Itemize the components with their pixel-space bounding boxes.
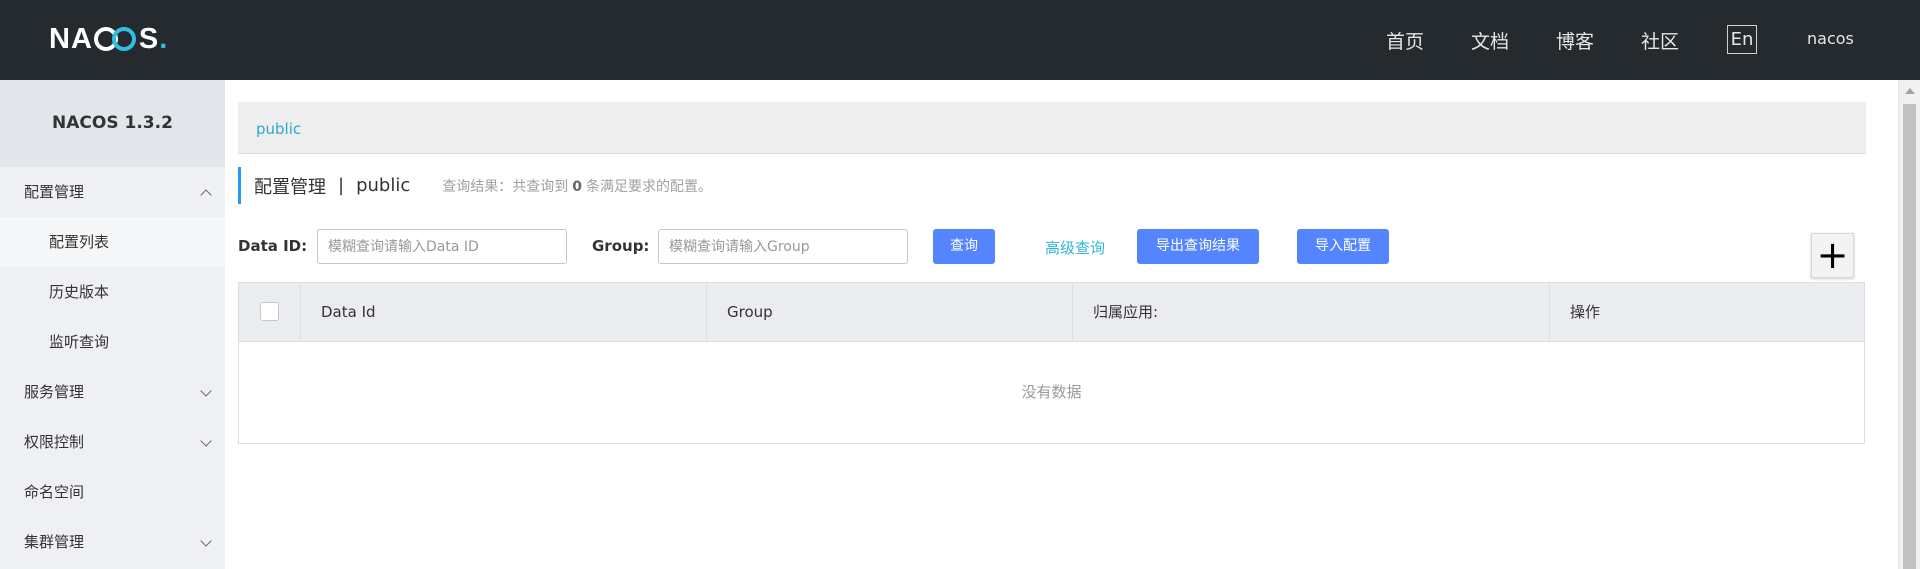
table-header: Data Id Group 归属应用: 操作	[239, 283, 1864, 342]
column-header-group[interactable]: Group	[707, 283, 1073, 341]
nav-blog[interactable]: 博客	[1556, 27, 1594, 54]
group-label: Group:	[592, 237, 650, 255]
sidebar-item-label: 命名空间	[24, 483, 85, 501]
sidebar-item-label: 权限控制	[24, 433, 85, 451]
chevron-down-icon	[200, 385, 212, 397]
table-empty-message: 没有数据	[1021, 383, 1082, 401]
sidebar-item-listener-query[interactable]: 监听查询	[0, 317, 225, 367]
add-config-button[interactable]: +	[1811, 233, 1854, 278]
sidebar-item-config-list[interactable]: 配置列表	[0, 217, 225, 267]
namespace-bar: public	[238, 102, 1866, 154]
sidebar-item-label: 集群管理	[24, 533, 85, 551]
sidebar-item-namespace[interactable]: 命名空间	[0, 467, 225, 517]
sidebar-title: NACOS 1.3.2	[0, 80, 225, 167]
page-title: 配置管理 | public 查询结果：共查询到 0 条满足要求的配置。	[238, 167, 712, 204]
logo-dot: .	[159, 22, 169, 55]
column-header-data-id[interactable]: Data Id	[301, 283, 707, 341]
user-name[interactable]: nacos	[1807, 29, 1854, 48]
query-result-summary: 查询结果：共查询到 0 条满足要求的配置。	[442, 176, 712, 196]
sidebar-item-cluster-management[interactable]: 集群管理	[0, 517, 225, 567]
import-config-button[interactable]: 导入配置	[1297, 229, 1389, 264]
nav-home[interactable]: 首页	[1386, 27, 1424, 54]
nacos-logo[interactable]: NA S .	[49, 22, 168, 56]
sidebar-item-history[interactable]: 历史版本	[0, 267, 225, 317]
nav-community[interactable]: 社区	[1641, 27, 1679, 54]
select-all-cell	[239, 283, 301, 341]
sidebar-item-label: 配置列表	[49, 233, 110, 251]
column-header-app[interactable]: 归属应用:	[1073, 283, 1550, 341]
chevron-down-icon	[200, 435, 212, 447]
scroll-up-arrow-icon[interactable]	[1905, 88, 1915, 94]
result-count: 0	[572, 178, 582, 195]
logo-rings-icon	[93, 25, 138, 53]
scrollbar-thumb[interactable]	[1903, 104, 1916, 569]
sidebar-item-config-management[interactable]: 配置管理	[0, 167, 225, 217]
page-title-text: 配置管理	[254, 176, 326, 198]
vertical-scrollbar[interactable]	[1898, 80, 1920, 569]
sidebar-item-label: 服务管理	[24, 383, 85, 401]
chevron-up-icon	[200, 189, 212, 201]
sidebar-item-service-management[interactable]: 服务管理	[0, 367, 225, 417]
query-button[interactable]: 查询	[933, 229, 995, 264]
language-switch-button[interactable]: En	[1727, 25, 1757, 54]
group-input[interactable]	[658, 229, 908, 264]
data-id-input[interactable]	[317, 229, 567, 264]
chevron-down-icon	[200, 535, 212, 547]
namespace-link-public[interactable]: public	[256, 120, 301, 138]
select-all-checkbox[interactable]	[260, 302, 279, 321]
logo-text-right: S	[138, 22, 160, 55]
page-namespace: public	[356, 175, 411, 196]
sidebar-item-label: 配置管理	[24, 183, 85, 201]
sidebar-item-label: 历史版本	[49, 283, 110, 301]
result-suffix: 条满足要求的配置。	[586, 178, 712, 195]
sidebar: NACOS 1.3.2 配置管理 配置列表 历史版本 监听查询 服务管理 权限控…	[0, 80, 225, 569]
column-header-actions: 操作	[1570, 303, 1601, 321]
logo-text-left: NA	[49, 22, 93, 55]
title-separator: |	[338, 175, 345, 196]
sidebar-item-label: 监听查询	[49, 333, 110, 351]
sidebar-item-access-control[interactable]: 权限控制	[0, 417, 225, 467]
nav-docs[interactable]: 文档	[1471, 27, 1509, 54]
export-query-results-button[interactable]: 导出查询结果	[1137, 229, 1259, 264]
data-id-label: Data ID:	[238, 237, 308, 255]
top-header: NA S . 首页 文档 博客 社区 En nacos	[0, 0, 1920, 80]
advanced-query-link[interactable]: 高级查询	[1045, 237, 1105, 258]
config-table: Data Id Group 归属应用: 操作 没有数据	[238, 282, 1865, 444]
result-prefix: 查询结果：共查询到	[442, 178, 569, 195]
